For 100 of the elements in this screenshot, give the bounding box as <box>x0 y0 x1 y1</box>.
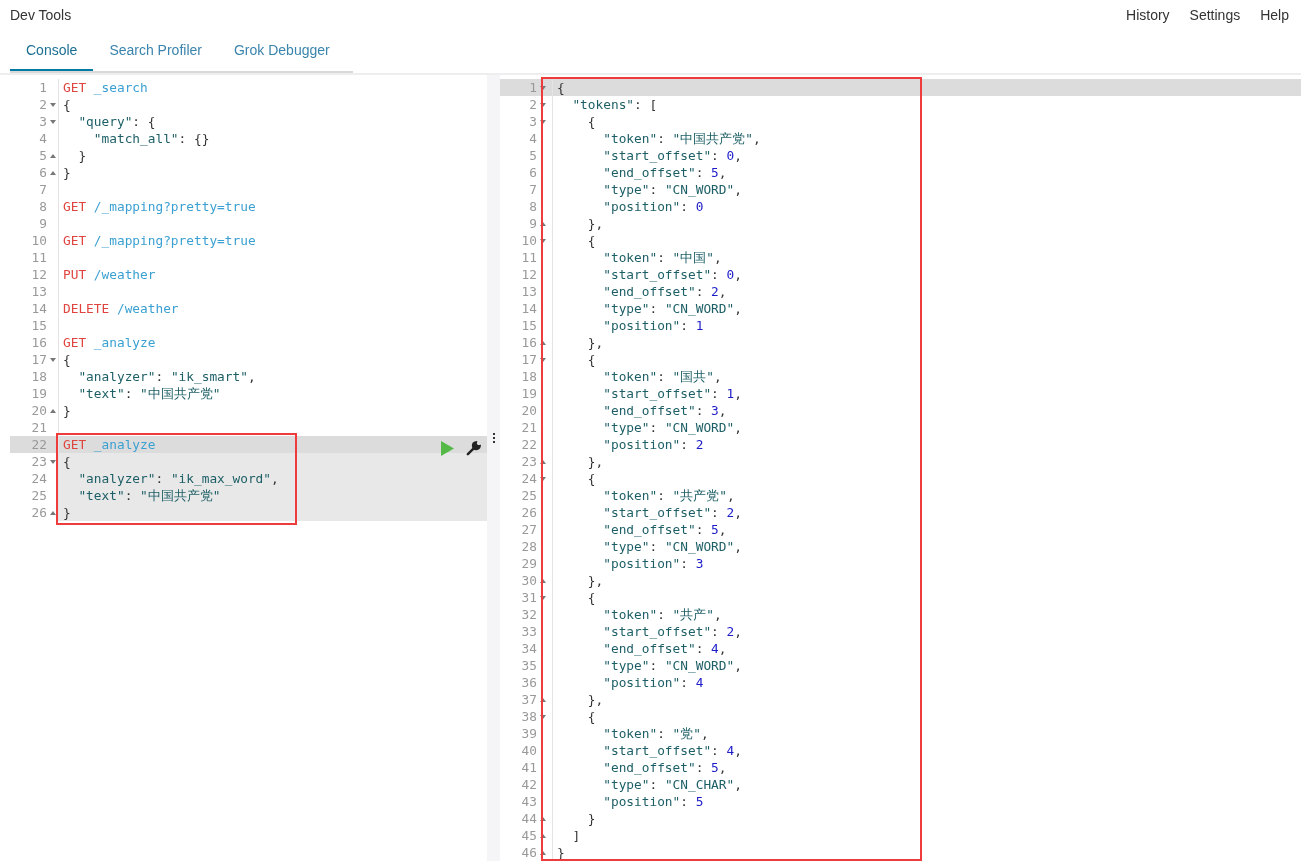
code-line: "end_offset": 5, <box>602 760 727 775</box>
line-number: 22 <box>520 436 537 453</box>
line-number: 20 <box>520 402 537 419</box>
fold-icon[interactable] <box>539 85 546 90</box>
fold-icon[interactable] <box>49 357 56 362</box>
code-line: "start_offset": 1, <box>602 386 742 401</box>
line-number: 16 <box>520 334 537 351</box>
unfold-icon[interactable] <box>539 816 546 821</box>
code-line: }, <box>586 216 604 231</box>
line-number: 5 <box>38 147 47 164</box>
fold-icon[interactable] <box>539 357 546 362</box>
code-line: "analyzer": "ik_smart", <box>77 369 256 384</box>
unfold-icon[interactable] <box>49 153 56 158</box>
code-line: "end_offset": 4, <box>602 641 727 656</box>
code-line: } <box>77 148 87 163</box>
line-number: 35 <box>520 657 537 674</box>
unfold-icon[interactable] <box>539 697 546 702</box>
line-number: 46 <box>520 844 537 861</box>
code-line: { <box>63 454 71 469</box>
code-line: DELETE /weather <box>63 301 179 316</box>
code-line: GET /_mapping?pretty=true <box>63 199 256 214</box>
line-number: 15 <box>520 317 537 334</box>
line-number: 40 <box>520 742 537 759</box>
code-line: "position": 0 <box>602 199 704 214</box>
line-number: 25 <box>520 487 537 504</box>
fold-icon[interactable] <box>539 595 546 600</box>
code-line: "end_offset": 2, <box>602 284 727 299</box>
line-number: 10 <box>30 232 47 249</box>
line-number: 2 <box>528 96 537 113</box>
line-number: 1 <box>38 79 47 96</box>
fold-icon[interactable] <box>539 714 546 719</box>
app-title: Dev Tools <box>10 7 72 23</box>
code-line: }, <box>586 335 604 350</box>
fold-icon[interactable] <box>49 119 56 124</box>
header-link[interactable]: Settings <box>1189 7 1241 23</box>
fold-icon[interactable] <box>49 102 56 107</box>
code-line: } <box>586 811 596 826</box>
resize-handle-icon[interactable] <box>492 433 495 443</box>
unfold-icon[interactable] <box>49 170 56 175</box>
code-line: }, <box>586 573 604 588</box>
code-line: "start_offset": 4, <box>602 743 742 758</box>
line-number: 13 <box>520 283 537 300</box>
unfold-icon[interactable] <box>49 510 56 515</box>
line-number: 39 <box>520 725 537 742</box>
line-number: 8 <box>38 198 47 215</box>
code-line: "analyzer": "ik_max_word", <box>77 471 279 486</box>
line-number: 14 <box>520 300 537 317</box>
line-number: 21 <box>520 419 537 436</box>
fold-icon[interactable] <box>539 119 546 124</box>
line-number: 18 <box>520 368 537 385</box>
code-line: "token": "国共", <box>602 369 722 384</box>
code-line: "type": "CN_WORD", <box>602 182 742 197</box>
code-line: { <box>586 233 596 248</box>
header-link[interactable]: History <box>1126 7 1170 23</box>
line-number: 11 <box>30 249 47 266</box>
code-line: "tokens": [ <box>571 97 658 112</box>
fold-icon[interactable] <box>49 459 56 464</box>
line-number: 10 <box>520 232 537 249</box>
code-line: { <box>586 114 596 129</box>
code-line: } <box>63 403 71 418</box>
code-line: "start_offset": 0, <box>602 267 742 282</box>
line-number: 9 <box>528 215 537 232</box>
unfold-icon[interactable] <box>539 850 546 855</box>
fold-icon[interactable] <box>539 476 546 481</box>
line-number: 45 <box>520 827 537 844</box>
tab[interactable]: Search Profiler <box>93 30 218 71</box>
unfold-icon[interactable] <box>539 340 546 345</box>
unfold-icon[interactable] <box>539 221 546 226</box>
code-line: "query": { <box>77 114 156 129</box>
tab[interactable]: Grok Debugger <box>217 30 346 71</box>
line-number: 28 <box>520 538 537 555</box>
code-line: { <box>586 590 596 605</box>
code-line: "position": 3 <box>602 556 704 571</box>
line-number: 30 <box>520 572 537 589</box>
code-line: "position": 4 <box>602 675 704 690</box>
line-number: 11 <box>520 249 537 266</box>
line-number: 13 <box>30 283 47 300</box>
code-line: "token": "共产", <box>602 607 722 622</box>
unfold-icon[interactable] <box>539 459 546 464</box>
line-number: 22 <box>30 436 47 453</box>
code-line: "position": 1 <box>602 318 704 333</box>
wrench-button[interactable] <box>465 440 481 457</box>
unfold-icon[interactable] <box>539 578 546 583</box>
unfold-icon[interactable] <box>539 833 546 838</box>
tab[interactable]: Console <box>10 30 94 71</box>
code-line: GET _search <box>63 80 148 95</box>
header-link[interactable]: Help <box>1260 7 1289 23</box>
code-line: GET /_mapping?pretty=true <box>63 233 256 248</box>
code-line: } <box>63 165 71 180</box>
code-line: "start_offset": 0, <box>602 148 742 163</box>
fold-icon[interactable] <box>539 102 546 107</box>
line-number: 12 <box>520 266 537 283</box>
code-line: { <box>63 97 71 112</box>
line-number: 21 <box>30 419 47 436</box>
unfold-icon[interactable] <box>49 408 56 413</box>
line-number: 14 <box>30 300 47 317</box>
line-number: 37 <box>520 691 537 708</box>
fold-icon[interactable] <box>539 238 546 243</box>
line-number: 41 <box>520 759 537 776</box>
code-line: "type": "CN_WORD", <box>602 539 742 554</box>
